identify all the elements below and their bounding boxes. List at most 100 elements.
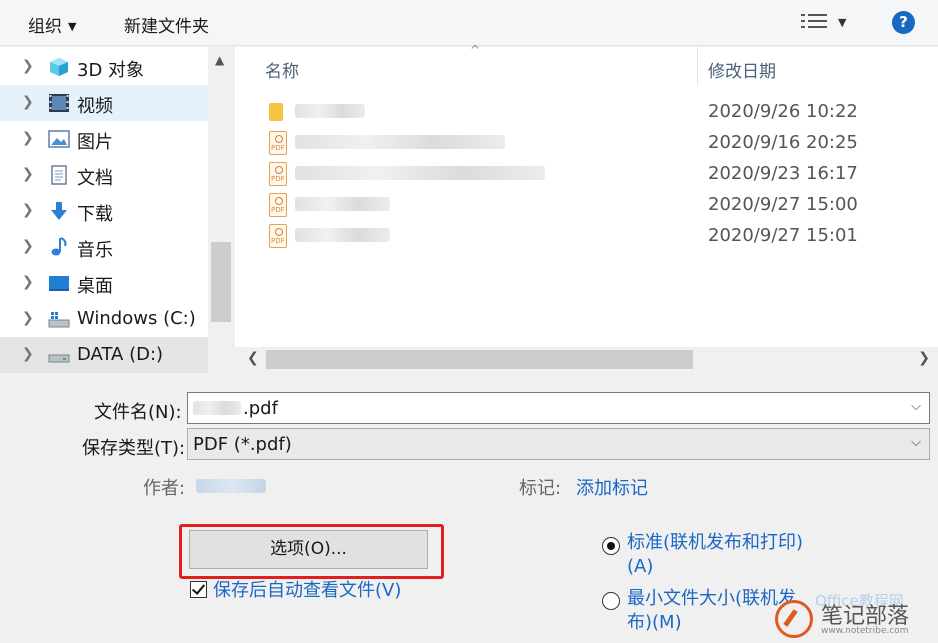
nav-label: 3D 对象 (77, 60, 145, 81)
chevron-right-icon[interactable]: ❯ (22, 130, 34, 146)
file-name-redacted (295, 227, 390, 243)
open-after-save-label[interactable]: 保存后自动查看文件(V) (213, 576, 401, 602)
radio-standard[interactable] (602, 537, 620, 555)
file-date: 2020/9/27 15:00 (708, 194, 858, 215)
open-after-save-checkbox[interactable] (190, 581, 207, 598)
filename-value: .pdf (193, 398, 278, 419)
tags-label: 标记: (519, 478, 562, 499)
cube-3d-icon (50, 58, 68, 76)
savetype-select[interactable]: PDF (*.pdf) ⌵ (187, 428, 930, 460)
file-row[interactable]: 2020/9/23 16:17 (235, 159, 938, 190)
author-label: 作者: (143, 478, 186, 499)
nav-item-data-d[interactable]: ❯ DATA (D:) (0, 337, 208, 373)
organize-button[interactable]: 组织 ▼ (28, 12, 76, 37)
nav-label: DATA (D:) (77, 344, 164, 365)
nav-item-videos[interactable]: ❯ 视频 (0, 85, 208, 121)
chevron-right-icon[interactable]: ❯ (22, 94, 34, 110)
desktop-icon (49, 276, 69, 291)
chevron-right-icon[interactable]: ❯ (22, 58, 34, 74)
nav-item-pictures[interactable]: ❯ 图片 (0, 121, 208, 157)
pictures-icon (48, 130, 70, 148)
chevron-right-icon[interactable]: ❯ (22, 238, 34, 254)
documents-icon (51, 165, 67, 185)
filename-extension: .pdf (243, 398, 278, 419)
folder-icon (269, 103, 283, 121)
redacted-text (193, 401, 241, 415)
scroll-up-arrow-icon[interactable]: ▲ (215, 53, 224, 67)
nav-label: Windows (C:) (77, 308, 196, 329)
nav-label: 文档 (77, 168, 113, 189)
new-folder-button[interactable]: 新建文件夹 (124, 12, 209, 37)
watermark: Office教程网 笔记部落 www.notetribe.com (775, 592, 938, 643)
view-details-icon[interactable] (801, 12, 827, 32)
column-divider[interactable] (697, 47, 698, 85)
filename-label: 文件名(N): (94, 402, 182, 423)
nav-item-downloads[interactable]: ❯ 下载 (0, 193, 208, 229)
scroll-left-arrow-icon[interactable]: ❮ (247, 350, 259, 366)
chevron-right-icon[interactable]: ❯ (22, 346, 34, 362)
nav-label: 视频 (77, 96, 113, 117)
column-header-name[interactable]: 名称 (265, 57, 299, 82)
pdf-file-icon (269, 224, 287, 248)
nav-item-documents[interactable]: ❯ 文档 (0, 157, 208, 193)
filename-input[interactable]: .pdf ⌵ (187, 392, 930, 424)
organize-label: 组织 (28, 17, 62, 37)
file-row[interactable]: 2020/9/26 10:22 (235, 97, 938, 128)
pdf-file-icon (269, 131, 287, 155)
video-icon (49, 94, 69, 112)
scrollbar-thumb[interactable] (266, 350, 693, 369)
nav-item-windows-c[interactable]: ❯ Windows (C:) (0, 301, 208, 337)
nav-label: 图片 (77, 132, 113, 153)
file-name-redacted (295, 134, 505, 150)
add-tag-link[interactable]: 添加标记 (576, 474, 648, 500)
file-row[interactable]: 2020/9/16 20:25 (235, 128, 938, 159)
drive-icon (48, 312, 70, 328)
music-note-icon (51, 237, 67, 256)
column-header-date[interactable]: 修改日期 (708, 57, 776, 82)
chevron-down-icon[interactable]: ⌵ (911, 399, 921, 414)
download-arrow-icon (51, 202, 67, 220)
nav-label: 桌面 (77, 276, 113, 297)
chevron-down-icon[interactable]: ⌵ (911, 435, 921, 450)
radio-minimum-size[interactable] (602, 592, 620, 610)
author-value-redacted[interactable] (196, 478, 266, 498)
chevron-right-icon[interactable]: ❯ (22, 166, 34, 182)
view-options-chevron-icon[interactable]: ▼ (838, 16, 846, 29)
chevron-down-icon: ▼ (68, 20, 77, 33)
navigation-pane: ❯ 3D 对象 ❯ 视频 ❯ 图片 ❯ 文档 ❯ 下载 ❯ 音乐 ❯ 桌面 ❯ … (0, 47, 233, 373)
toolbar: 组织 ▼ 新建文件夹 ▼ ? (0, 0, 938, 46)
savetype-label: 保存类型(T): (82, 438, 186, 459)
scroll-right-arrow-icon[interactable]: ❯ (918, 350, 930, 366)
nav-label: 下载 (77, 204, 113, 225)
highlight-box (179, 524, 444, 579)
savetype-value: PDF (*.pdf) (193, 434, 292, 455)
file-list: ^ 名称 修改日期 2020/9/26 10:22 2020/9/16 20:2… (235, 43, 938, 372)
file-date: 2020/9/27 15:01 (708, 225, 858, 246)
file-date: 2020/9/26 10:22 (708, 101, 858, 122)
file-name-redacted (295, 103, 365, 119)
file-row[interactable]: 2020/9/27 15:01 (235, 221, 938, 252)
sort-ascending-icon: ^ (470, 43, 481, 57)
chevron-right-icon[interactable]: ❯ (22, 310, 34, 326)
drive-icon (48, 354, 70, 363)
horizontal-scrollbar[interactable]: ❮ ❯ (235, 347, 938, 372)
pdf-file-icon (269, 162, 287, 186)
watermark-url: www.notetribe.com (821, 626, 909, 636)
scrollbar-thumb[interactable] (211, 242, 231, 322)
nav-label: 音乐 (77, 240, 113, 261)
file-name-redacted (295, 165, 545, 181)
nav-item-3d-objects[interactable]: ❯ 3D 对象 (0, 49, 208, 85)
nav-item-desktop[interactable]: ❯ 桌面 (0, 265, 208, 301)
nav-item-music[interactable]: ❯ 音乐 (0, 229, 208, 265)
nav-scrollbar[interactable]: ▲ (208, 47, 233, 372)
radio-standard-label[interactable]: 标准(联机发布和打印)(A) (627, 531, 817, 579)
file-date: 2020/9/16 20:25 (708, 132, 858, 153)
pdf-file-icon (269, 193, 287, 217)
help-button[interactable]: ? (892, 11, 915, 34)
file-name-redacted (295, 196, 390, 212)
file-date: 2020/9/23 16:17 (708, 163, 858, 184)
chevron-right-icon[interactable]: ❯ (22, 202, 34, 218)
file-row[interactable]: 2020/9/27 15:00 (235, 190, 938, 221)
pen-logo-icon (775, 600, 813, 638)
chevron-right-icon[interactable]: ❯ (22, 274, 34, 290)
